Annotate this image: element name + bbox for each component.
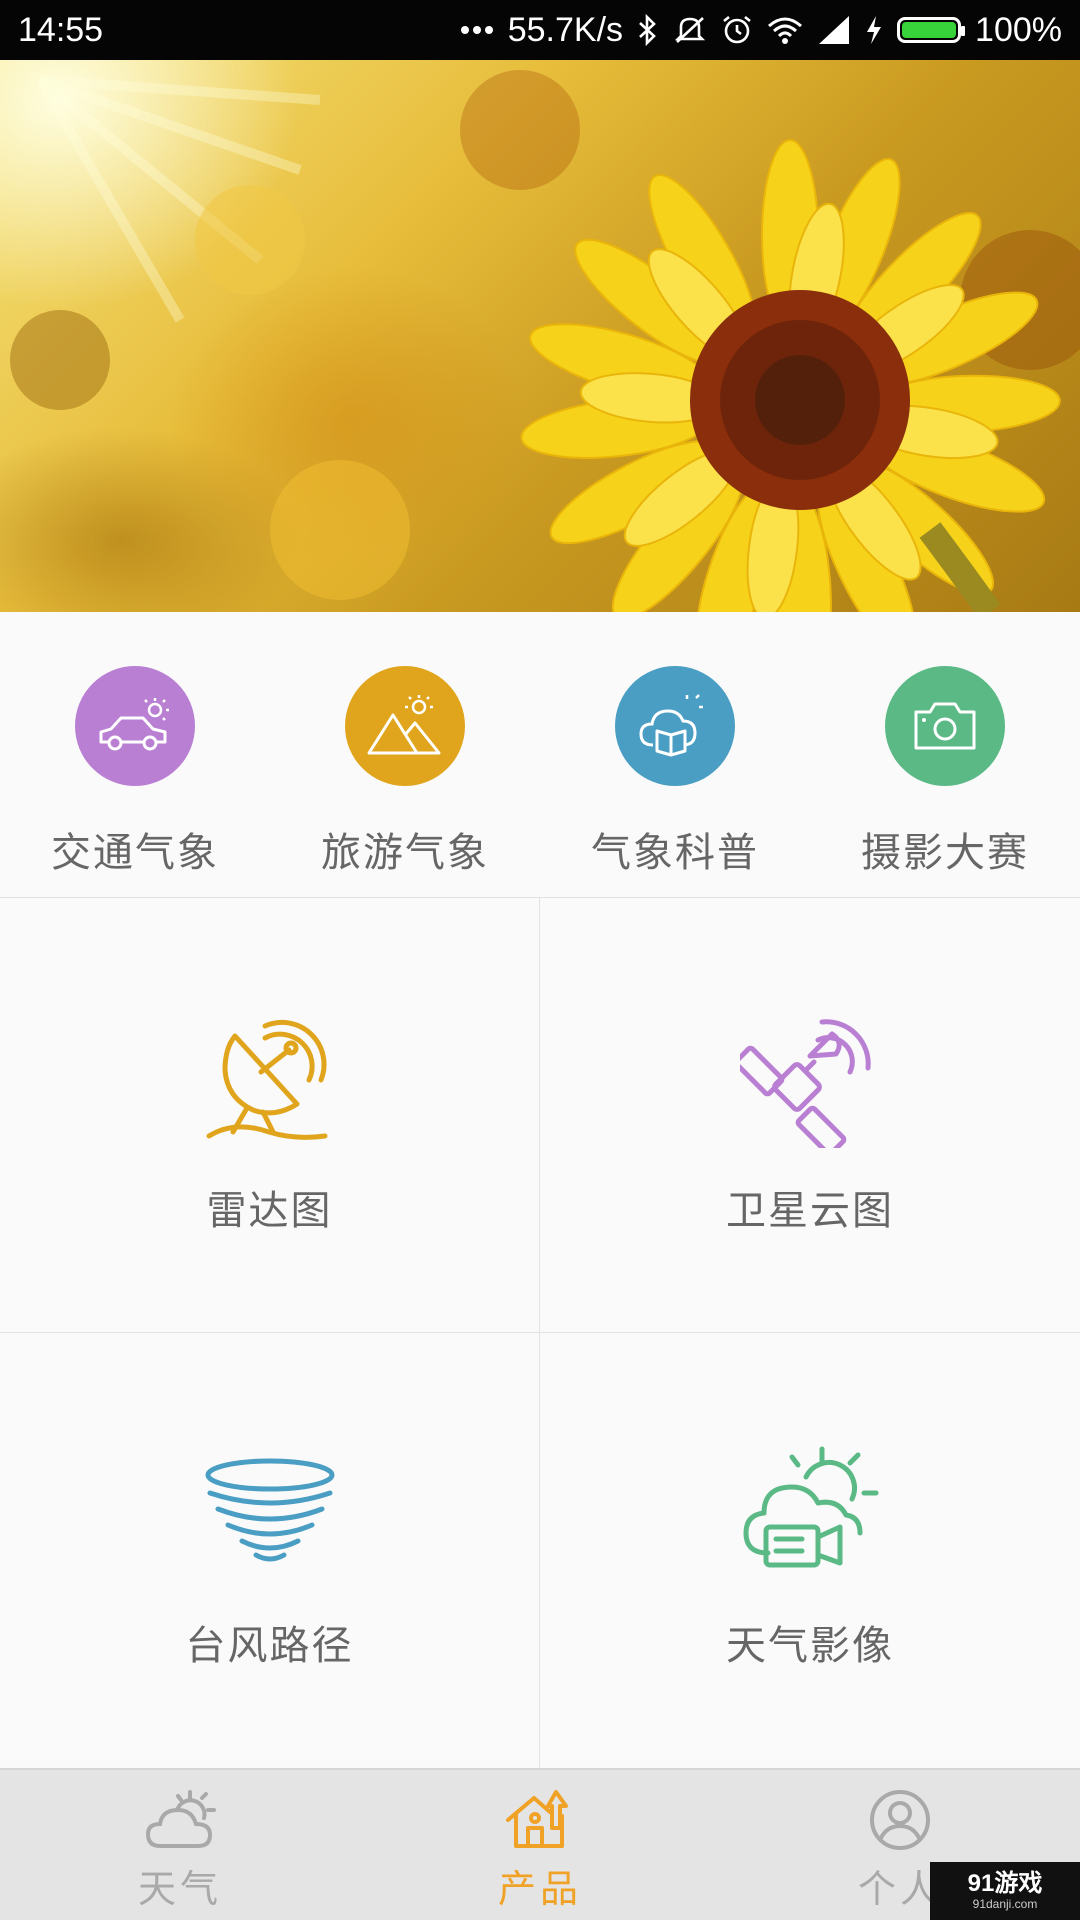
typhoon-icon bbox=[200, 1443, 340, 1583]
battery-percent: 100% bbox=[975, 10, 1062, 49]
quick-access-row: 交通气象 旅游气象 气象科普 摄影大赛 bbox=[0, 612, 1080, 898]
quick-item-travel-weather[interactable]: 旅游气象 bbox=[270, 612, 540, 878]
grid-item-satellite[interactable]: 卫星云图 bbox=[540, 898, 1080, 1333]
quick-item-label: 摄影大赛 bbox=[861, 830, 1029, 876]
quick-item-label: 旅游气象 bbox=[321, 830, 489, 876]
status-icons: 55.7K/s 100% bbox=[460, 11, 1062, 50]
site-watermark: 91游戏 91danji.com bbox=[930, 1862, 1080, 1920]
person-icon bbox=[864, 1788, 936, 1856]
nav-tab-label: 天气 bbox=[137, 1867, 222, 1911]
cloud-camera-icon bbox=[740, 1443, 880, 1583]
status-time: 14:55 bbox=[18, 10, 104, 49]
nav-tab-products[interactable]: 产品 bbox=[390, 1770, 690, 1920]
status-bar: 14:55 55.7K/s 100% bbox=[0, 0, 1080, 60]
nav-tab-label: 产品 bbox=[497, 1867, 582, 1911]
battery-icon bbox=[897, 17, 966, 43]
grid-item-label: 天气影像 bbox=[726, 1623, 894, 1669]
sunflower-illustration bbox=[10, 70, 1080, 612]
quick-item-label: 交通气象 bbox=[51, 830, 219, 876]
watermark-main: 91游戏 bbox=[967, 1870, 1043, 1897]
charging-icon bbox=[865, 15, 883, 45]
wifi-icon bbox=[767, 16, 803, 44]
grid-item-weather-video[interactable]: 天气影像 bbox=[540, 1333, 1080, 1768]
signal-icon bbox=[817, 16, 851, 44]
cloud-book-icon bbox=[615, 666, 735, 786]
watermark-sub: 91danji.com bbox=[972, 1897, 1038, 1911]
more-dots-icon bbox=[460, 24, 494, 36]
banner-image[interactable] bbox=[0, 60, 1080, 612]
grid-item-label: 卫星云图 bbox=[726, 1188, 894, 1234]
radar-dish-icon bbox=[200, 1008, 340, 1148]
satellite-icon bbox=[740, 1008, 880, 1148]
product-grid: 雷达图 卫星云图 台风路径 天气影像 bbox=[0, 898, 1080, 1768]
grid-item-typhoon[interactable]: 台风路径 bbox=[0, 1333, 540, 1768]
car-sun-icon bbox=[75, 666, 195, 786]
mountain-sun-icon bbox=[345, 666, 465, 786]
battery-fill bbox=[902, 22, 957, 38]
bottom-navigation: 天气 产品 个人 91游戏 91danji.com bbox=[0, 1768, 1080, 1920]
grid-item-radar[interactable]: 雷达图 bbox=[0, 898, 540, 1333]
quick-item-traffic-weather[interactable]: 交通气象 bbox=[0, 612, 270, 878]
grid-item-label: 台风路径 bbox=[185, 1623, 354, 1669]
weather-icon bbox=[144, 1788, 216, 1856]
quick-item-label: 气象科普 bbox=[591, 830, 759, 876]
grid-item-label: 雷达图 bbox=[206, 1188, 333, 1234]
silent-icon bbox=[673, 14, 707, 46]
camera-icon bbox=[885, 666, 1005, 786]
alarm-icon bbox=[721, 14, 753, 46]
product-home-icon bbox=[504, 1788, 576, 1856]
nav-tab-weather[interactable]: 天气 bbox=[30, 1770, 330, 1920]
quick-item-photo-contest[interactable]: 摄影大赛 bbox=[810, 612, 1080, 878]
network-speed: 55.7K/s bbox=[507, 10, 624, 49]
quick-item-weather-science[interactable]: 气象科普 bbox=[540, 612, 810, 878]
bluetooth-icon bbox=[637, 14, 659, 46]
